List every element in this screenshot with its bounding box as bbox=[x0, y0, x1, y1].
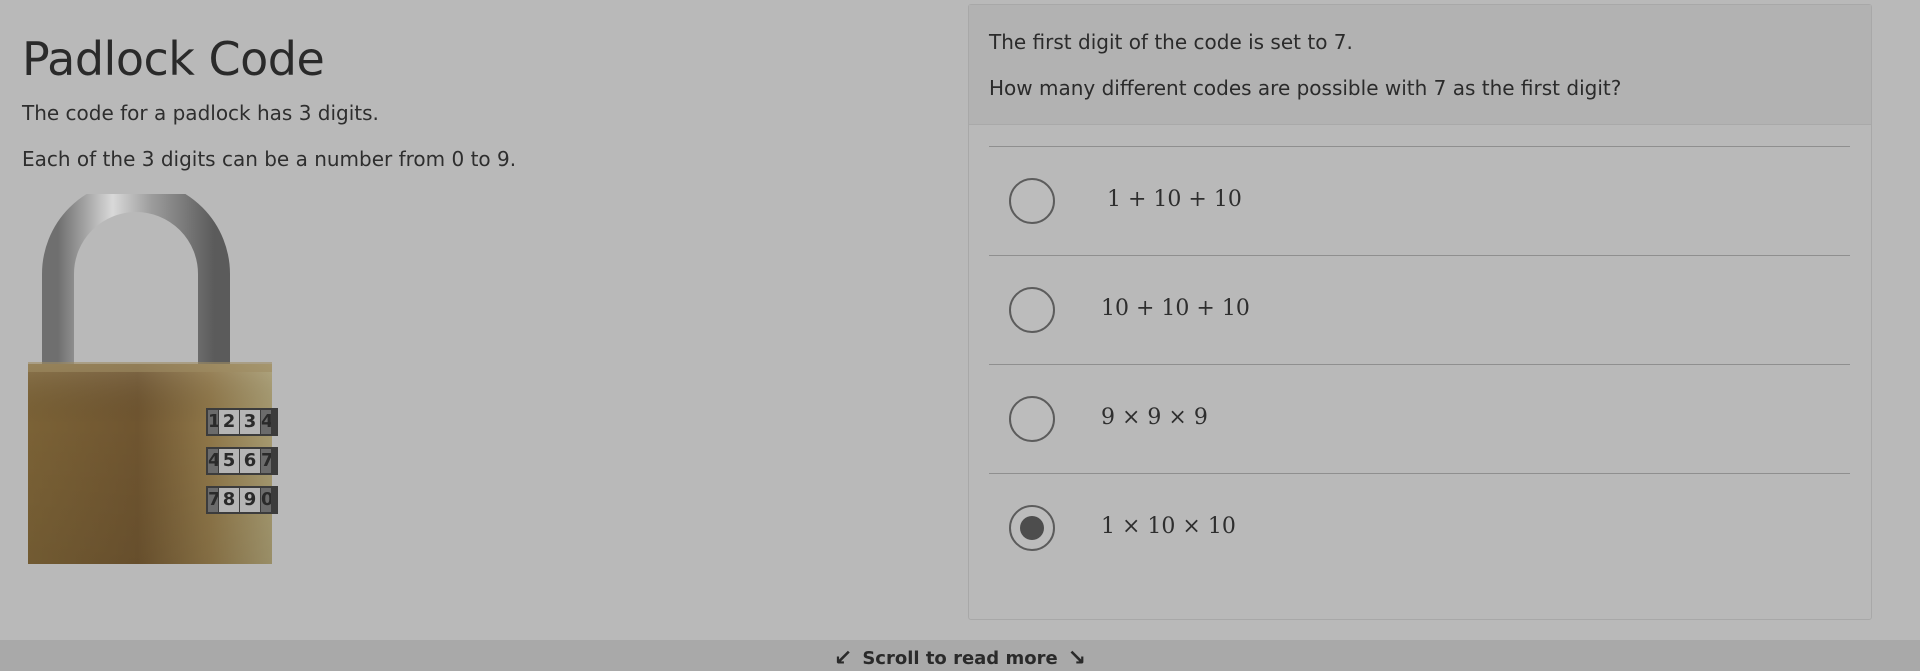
padlock-dial-row: 4567 bbox=[206, 447, 278, 475]
padlock-dial-digit: 9 bbox=[240, 488, 260, 512]
question-header: The first digit of the code is set to 7.… bbox=[969, 5, 1871, 125]
answer-label: 10 + 10 + 10 bbox=[1101, 296, 1250, 321]
scroll-label: Scroll to read more bbox=[862, 648, 1058, 669]
radio-button[interactable] bbox=[1009, 287, 1055, 333]
padlock-dial-digit: 5 bbox=[219, 449, 239, 473]
padlock-dial-digit: 0 bbox=[261, 488, 271, 512]
answer-option-3[interactable]: 9 × 9 × 9 bbox=[989, 364, 1850, 473]
answer-option-2[interactable]: 10 + 10 + 10 bbox=[989, 255, 1850, 364]
radio-button[interactable] bbox=[1009, 178, 1055, 224]
padlock-dial-digit: 4 bbox=[208, 449, 218, 473]
padlock-dial-digit: 3 bbox=[240, 410, 260, 434]
answer-option-1[interactable]: 1 + 10 + 10 bbox=[989, 146, 1850, 255]
radio-button[interactable] bbox=[1009, 396, 1055, 442]
padlock-dial-digit: 4 bbox=[261, 410, 271, 434]
question-card: The first digit of the code is set to 7.… bbox=[968, 4, 1872, 620]
answer-options: 1 + 10 + 10 10 + 10 + 10 9 × 9 × 9 1 × 1… bbox=[989, 146, 1850, 581]
padlock-dial-digit: 7 bbox=[208, 488, 218, 512]
padlock-dial-row: 7890 bbox=[206, 486, 278, 514]
intro-text-1: The code for a padlock has 3 digits. bbox=[22, 101, 379, 125]
padlock-dial-digit: 2 bbox=[219, 410, 239, 434]
page-title: Padlock Code bbox=[22, 32, 325, 86]
answer-option-4[interactable]: 1 × 10 × 10 bbox=[989, 473, 1850, 581]
padlock-dial-digit: 6 bbox=[240, 449, 260, 473]
scroll-prompt-bar[interactable]: ↙ Scroll to read more ↘ bbox=[0, 640, 1920, 671]
question-text-1: The first digit of the code is set to 7. bbox=[989, 30, 1353, 54]
radio-selected-dot bbox=[1020, 516, 1044, 540]
answer-label: 9 × 9 × 9 bbox=[1101, 405, 1208, 430]
padlock-dial-digit: 7 bbox=[261, 449, 271, 473]
answer-label: 1 × 10 × 10 bbox=[1101, 514, 1236, 539]
question-text-2: How many different codes are possible wi… bbox=[989, 76, 1622, 100]
arrow-down-right-icon: ↘ bbox=[1067, 646, 1087, 671]
radio-button-selected[interactable] bbox=[1009, 505, 1055, 551]
padlock-dial-digit: 1 bbox=[208, 410, 218, 434]
padlock-dials: 123445677890 bbox=[206, 408, 278, 525]
answer-label: 1 + 10 + 10 bbox=[1107, 187, 1242, 212]
padlock-dial-row: 1234 bbox=[206, 408, 278, 436]
padlock-dial-digit: 8 bbox=[219, 488, 239, 512]
arrow-down-left-icon: ↙ bbox=[833, 646, 853, 671]
intro-text-2: Each of the 3 digits can be a number fro… bbox=[22, 147, 517, 171]
